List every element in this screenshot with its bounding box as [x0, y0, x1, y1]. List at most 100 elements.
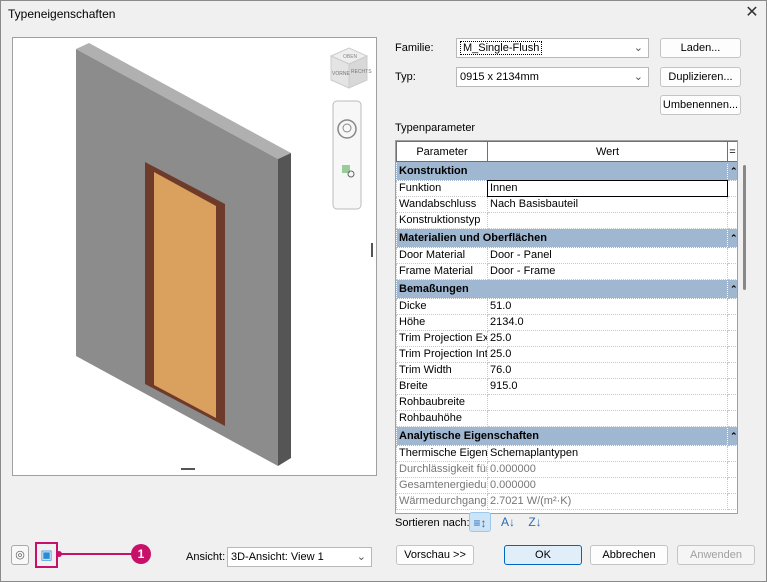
formula-cell[interactable]	[727, 180, 737, 197]
column-header-value[interactable]: Wert	[487, 141, 728, 162]
table-row[interactable]: Gesamtenergiedur 0.000000	[396, 477, 737, 494]
type-label: Typ:	[395, 71, 416, 83]
preview-button[interactable]: Vorschau >>	[396, 545, 474, 565]
formula-cell[interactable]	[727, 378, 737, 395]
parameter-value[interactable]: 2.7021 W/(m²·K)	[487, 493, 728, 510]
viewcube-front-label[interactable]: VORNE	[332, 71, 350, 77]
parameter-value[interactable]: Nach Basisbauteil	[487, 196, 728, 213]
table-row[interactable]: Frame Material Door - Frame	[396, 263, 737, 280]
viewcube: OBEN VORNE RECHTS	[329, 47, 372, 89]
collapse-icon[interactable]: ⌃	[727, 228, 737, 248]
parameter-value[interactable]	[487, 394, 728, 411]
formula-cell[interactable]	[727, 477, 737, 494]
type-value: 0915 x 2134mm	[460, 71, 539, 83]
parameter-value[interactable]: 76.0	[487, 362, 728, 379]
view-dropdown[interactable]: 3D-Ansicht: View 1 ⌄	[227, 547, 372, 567]
table-row[interactable]: Trim Projection Int 25.0	[396, 346, 737, 363]
formula-cell[interactable]	[727, 298, 737, 315]
parameter-value[interactable]: Schemaplantypen	[487, 445, 728, 462]
parameter-value[interactable]: Door - Frame	[487, 263, 728, 280]
table-row[interactable]: Breite 915.0	[396, 378, 737, 395]
parameter-name: Rohbaubreite	[396, 394, 488, 411]
parameter-value[interactable]: 0.000000	[487, 461, 728, 478]
formula-cell[interactable]	[727, 493, 737, 510]
column-header-parameter[interactable]: Parameter	[396, 141, 488, 162]
table-row[interactable]: Thermische Eigens Schemaplantypen	[396, 445, 737, 462]
formula-cell[interactable]	[727, 247, 737, 264]
collapse-icon[interactable]: ⌃	[727, 279, 737, 299]
table-row[interactable]: Door Material Door - Panel	[396, 247, 737, 264]
table-row[interactable]: Höhe 2134.0	[396, 314, 737, 331]
formula-cell[interactable]	[727, 346, 737, 363]
family-dropdown[interactable]: M_Single-Flush ⌄	[456, 38, 649, 58]
vertical-splitter[interactable]	[371, 243, 373, 257]
parameter-grid: Parameter Wert = Konstruktion ⌃ Funktion Inne…	[395, 140, 738, 514]
type-parameters-label: Typenparameter	[395, 122, 476, 134]
load-button[interactable]: Laden...	[660, 38, 741, 58]
table-row[interactable]: Trim Width 76.0	[396, 362, 737, 379]
collapse-icon[interactable]: ⌃	[727, 426, 737, 446]
parameter-value[interactable]	[487, 410, 728, 427]
parameter-value[interactable]: 915.0	[487, 378, 728, 395]
sort-ascending-icon[interactable]: A↓	[497, 512, 519, 532]
family-value: M_Single-Flush	[460, 41, 543, 55]
table-row[interactable]: Konstruktionstyp	[396, 212, 737, 229]
dialog-title: Typeneigenschaften	[8, 7, 116, 21]
formula-cell[interactable]	[727, 461, 737, 478]
group-header[interactable]: Analytische Eigenschaften ⌃	[396, 426, 737, 446]
table-row[interactable]: Rohbaubreite	[396, 394, 737, 411]
formula-cell[interactable]	[727, 196, 737, 213]
formula-cell[interactable]	[727, 314, 737, 331]
sort-grouped-icon[interactable]: ≡↕	[469, 512, 491, 532]
column-header-formula[interactable]: =	[727, 141, 737, 162]
collapse-icon[interactable]: ⌃	[727, 161, 737, 181]
formula-cell[interactable]	[727, 410, 737, 427]
preview-viewport[interactable]: OBEN VORNE RECHTS	[12, 37, 377, 476]
cancel-button[interactable]: Abbrechen	[590, 545, 668, 565]
formula-cell[interactable]	[727, 362, 737, 379]
parameter-value[interactable]: 25.0	[487, 346, 728, 363]
group-header[interactable]: Konstruktion ⌃	[396, 161, 737, 181]
chevron-down-icon: ⌄	[633, 71, 643, 83]
rename-button[interactable]: Umbenennen...	[660, 95, 741, 115]
table-row[interactable]: Dicke 51.0	[396, 298, 737, 315]
steering-wheel-icon[interactable]: ◎	[11, 545, 29, 565]
group-name: Bemaßungen	[396, 279, 728, 299]
formula-cell[interactable]	[727, 330, 737, 347]
sort-descending-icon[interactable]: Z↓	[524, 512, 546, 532]
viewcube-right-label[interactable]: RECHTS	[351, 69, 372, 75]
ok-button[interactable]: OK	[504, 545, 582, 565]
table-row[interactable]: Rohbauhöhe	[396, 410, 737, 427]
horizontal-splitter[interactable]	[181, 468, 195, 470]
parameter-value[interactable]: 25.0	[487, 330, 728, 347]
3d-view-icon[interactable]: ▣	[35, 542, 58, 568]
grid-scrollbar-thumb[interactable]	[743, 165, 746, 290]
parameter-value[interactable]: 51.0	[487, 298, 728, 315]
group-header[interactable]: Bemaßungen ⌃	[396, 279, 737, 299]
parameter-name: Breite	[396, 378, 488, 395]
chevron-down-icon: ⌄	[356, 551, 366, 563]
callout-line	[58, 553, 138, 555]
viewcube-top-label[interactable]: OBEN	[343, 54, 358, 60]
group-header[interactable]: Materialien und Oberflächen ⌃	[396, 228, 737, 248]
type-dropdown[interactable]: 0915 x 2134mm ⌄	[456, 67, 649, 87]
parameter-value[interactable]: 0.000000	[487, 477, 728, 494]
parameter-value[interactable]: Innen	[487, 180, 728, 197]
duplicate-button[interactable]: Duplizieren...	[660, 67, 741, 87]
parameter-name: Funktion	[396, 180, 488, 197]
table-row[interactable]: Durchlässigkeit für 0.000000	[396, 461, 737, 478]
formula-cell[interactable]	[727, 212, 737, 229]
table-row[interactable]: Trim Projection Ex 25.0	[396, 330, 737, 347]
table-row[interactable]: Funktion Innen	[396, 180, 737, 197]
parameter-name: Trim Width	[396, 362, 488, 379]
parameter-name: Dicke	[396, 298, 488, 315]
table-row[interactable]: Wärmedurchgang 2.7021 W/(m²·K)	[396, 493, 737, 510]
close-icon[interactable]: ✕	[742, 3, 762, 23]
formula-cell[interactable]	[727, 445, 737, 462]
formula-cell[interactable]	[727, 394, 737, 411]
parameter-value[interactable]: Door - Panel	[487, 247, 728, 264]
formula-cell[interactable]	[727, 263, 737, 280]
parameter-value[interactable]	[487, 212, 728, 229]
parameter-value[interactable]: 2134.0	[487, 314, 728, 331]
table-row[interactable]: Wandabschluss Nach Basisbauteil	[396, 196, 737, 213]
